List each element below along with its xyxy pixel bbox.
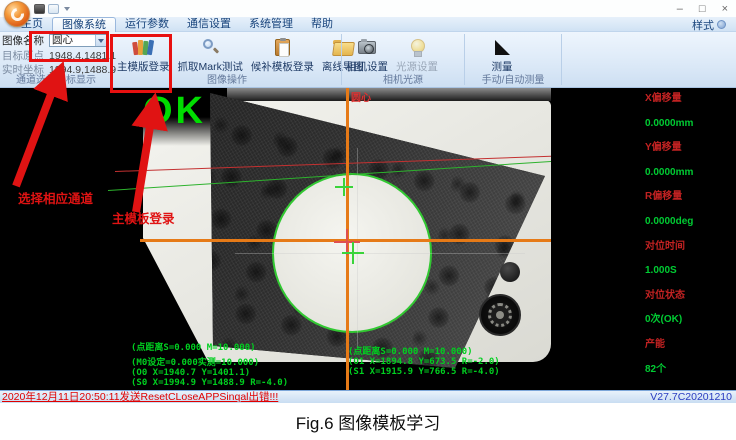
throughput-label: 产能 (645, 339, 735, 364)
application-window: – □ × 主页 图像系统 运行参数 通信设置 系统管理 帮助 样式 图像名称 … (0, 0, 736, 440)
tab-system-management[interactable]: 系统管理 (240, 17, 302, 32)
camera-icon (358, 36, 376, 58)
group-label-measure: 手动/自动测量 (465, 71, 561, 86)
annotation-box-template (110, 34, 172, 93)
backup-template-login-button[interactable]: 候补模板登录 (247, 33, 318, 75)
measure-button[interactable]: 测量 (479, 33, 525, 75)
light-settings-button[interactable]: 光源设置 (392, 33, 442, 75)
gray-guide-horizontal (235, 253, 525, 254)
throughput-value: 82个 (645, 364, 735, 389)
camera-settings-button[interactable]: 相机设置 (342, 33, 392, 75)
camera-shortcut-icon[interactable] (34, 4, 45, 14)
overlay-line: (点距离S=0.000 M=10.000) (348, 347, 500, 357)
quick-access-toolbar (34, 3, 70, 15)
caption-text: Fig.6 图像模板学习 (296, 409, 441, 434)
offset-y-value: 0.0000mm (645, 167, 735, 192)
status-bar: 2020年12月11日20:50:11发送ResetCLoseAPPSinqal… (0, 390, 736, 403)
result-ok-text: OK (143, 90, 206, 132)
ribbon-tab-row: 主页 图像系统 运行参数 通信设置 系统管理 帮助 样式 (0, 17, 736, 32)
right-overlay-readout: (点距离S=0.000 M=10.000) (O1 X=1894.8 Y=673… (348, 347, 500, 377)
offset-x-label: X偏移量 (645, 93, 735, 118)
annotation-channel-note: 选择相应通道 (18, 188, 93, 207)
clipboard-icon (275, 36, 290, 58)
align-time-value: 1.000S (645, 265, 735, 290)
style-label: 样式 (692, 17, 714, 33)
ruler-icon (495, 36, 510, 58)
grab-mark-test-button[interactable]: 抓取Mark测试 (174, 33, 247, 75)
figure-caption: Fig.6 图像模板学习 (0, 403, 736, 440)
tab-help[interactable]: 帮助 (302, 17, 342, 32)
green-cross-marker-upper (335, 178, 353, 196)
fixture-knob-small (500, 262, 520, 282)
orb-swirl-icon (8, 5, 26, 23)
style-menu-button[interactable]: 样式 (692, 17, 726, 32)
bulb-icon (411, 36, 423, 58)
title-bar: – □ × (0, 0, 736, 17)
left-overlay-readout: (点距离S=0.000 M=10.000) (M0设定=0.000实测=10.0… (131, 343, 288, 388)
measurement-panel: X偏移量 0.0000mm Y偏移量 0.0000mm R偏移量 0.0000d… (645, 93, 735, 388)
overlay-line: (O1 X=1894.8 Y=673.5 R=-2.0) (348, 357, 500, 367)
main-area: OK 圆心 (点距离S=0.000 M=10.000) (M0设定=0.000实… (0, 88, 736, 390)
minimize-button[interactable]: – (677, 4, 683, 15)
green-cross-marker (342, 242, 364, 264)
align-status-value: 0次(OK) (645, 314, 735, 339)
page-shortcut-icon[interactable] (48, 4, 59, 14)
measure-group: 测量 手动/自动测量 (465, 32, 561, 87)
group-label-camera-light: 相机光源 (342, 71, 464, 86)
align-time-label: 对位时间 (645, 241, 735, 266)
align-status-label: 对位状态 (645, 290, 735, 315)
tab-communication[interactable]: 通信设置 (178, 17, 240, 32)
camera-light-group: 相机设置 光源设置 相机光源 (342, 32, 464, 87)
overlay-line: (M0设定=0.000实测=10.000) (131, 358, 288, 368)
channel-name-overlay: 圆心 (351, 89, 371, 104)
overlay-line: (S0 X=1994.9 Y=1488.9 R=-4.0) (131, 378, 288, 388)
magnifier-icon (201, 36, 219, 58)
overlay-line: (S1 X=1915.9 Y=766.5 R=-4.0) (348, 367, 500, 377)
group-separator (561, 34, 562, 85)
offset-y-label: Y偏移量 (645, 142, 735, 167)
close-button[interactable]: × (722, 4, 728, 15)
qat-dropdown-caret-icon[interactable] (64, 7, 70, 11)
window-controls: – □ × (677, 4, 728, 15)
style-icon (717, 20, 726, 29)
maximize-button[interactable]: □ (699, 4, 706, 15)
annotation-box-channel (29, 31, 109, 62)
camera-viewport: OK 圆心 (点距离S=0.000 M=10.000) (M0设定=0.000实… (85, 88, 551, 390)
offset-x-value: 0.0000mm (645, 118, 735, 143)
fixture-knob-large (479, 294, 521, 336)
tab-run-parameters[interactable]: 运行参数 (116, 17, 178, 32)
app-menu-orb[interactable] (4, 1, 30, 27)
overlay-line: (点距离S=0.000 M=10.000) (131, 343, 288, 353)
group-label-channel: 通道选择坐标显示 (0, 71, 112, 86)
overlay-line: (O0 X=1940.7 Y=1401.1) (131, 368, 288, 378)
annotation-template-note: 主模板登录 (112, 208, 175, 227)
offset-r-label: R偏移量 (645, 191, 735, 216)
tab-image-system[interactable]: 图像系统 (52, 17, 116, 32)
offset-r-value: 0.0000deg (645, 216, 735, 241)
